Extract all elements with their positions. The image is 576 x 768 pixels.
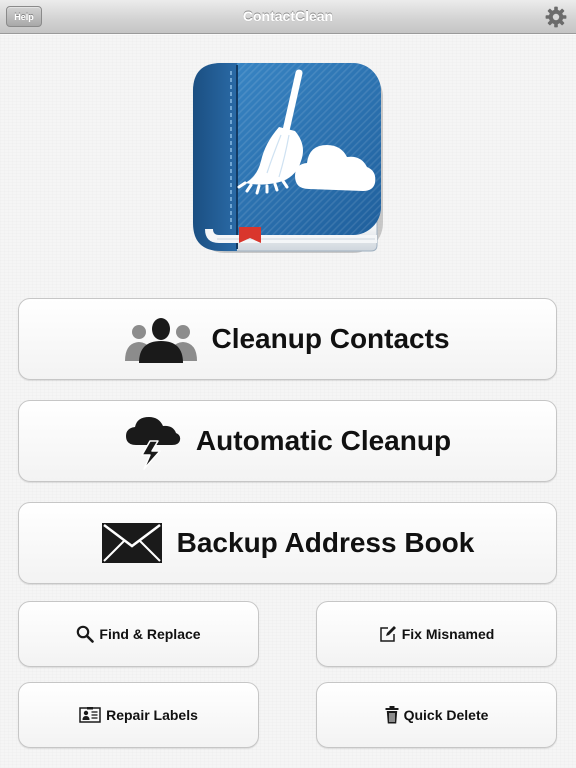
app-logo xyxy=(191,61,385,255)
storm-cloud-icon xyxy=(124,411,182,471)
fix-misnamed-button[interactable]: Fix Misnamed xyxy=(316,601,557,667)
automatic-cleanup-button[interactable]: Automatic Cleanup xyxy=(18,400,557,482)
repair-labels-button[interactable]: Repair Labels xyxy=(18,682,259,748)
backup-address-book-label: Backup Address Book xyxy=(176,527,475,558)
search-icon xyxy=(76,625,95,643)
envelope-icon xyxy=(101,522,163,564)
fix-misnamed-label: Fix Misnamed xyxy=(401,626,495,642)
navigation-bar: Help ContactClean xyxy=(0,0,576,34)
quick-delete-button[interactable]: Quick Delete xyxy=(316,682,557,748)
edit-icon xyxy=(379,625,397,643)
trash-icon xyxy=(385,706,399,724)
repair-labels-label: Repair Labels xyxy=(106,707,198,723)
backup-address-book-button[interactable]: Backup Address Book xyxy=(18,502,557,584)
quick-delete-label: Quick Delete xyxy=(403,707,489,723)
gear-icon xyxy=(545,6,567,28)
cleanup-contacts-label: Cleanup Contacts xyxy=(211,323,450,354)
page-title: ContactClean xyxy=(242,8,334,24)
find-replace-button[interactable]: Find & Replace xyxy=(18,601,259,667)
help-button[interactable]: Help xyxy=(6,6,42,27)
people-group-icon xyxy=(125,315,198,363)
book-broom-cloud-icon xyxy=(193,63,383,253)
contact-card-icon xyxy=(79,707,101,723)
find-replace-label: Find & Replace xyxy=(99,626,201,642)
cleanup-contacts-button[interactable]: Cleanup Contacts xyxy=(18,298,557,380)
automatic-cleanup-label: Automatic Cleanup xyxy=(195,425,452,456)
settings-button[interactable] xyxy=(544,5,568,29)
